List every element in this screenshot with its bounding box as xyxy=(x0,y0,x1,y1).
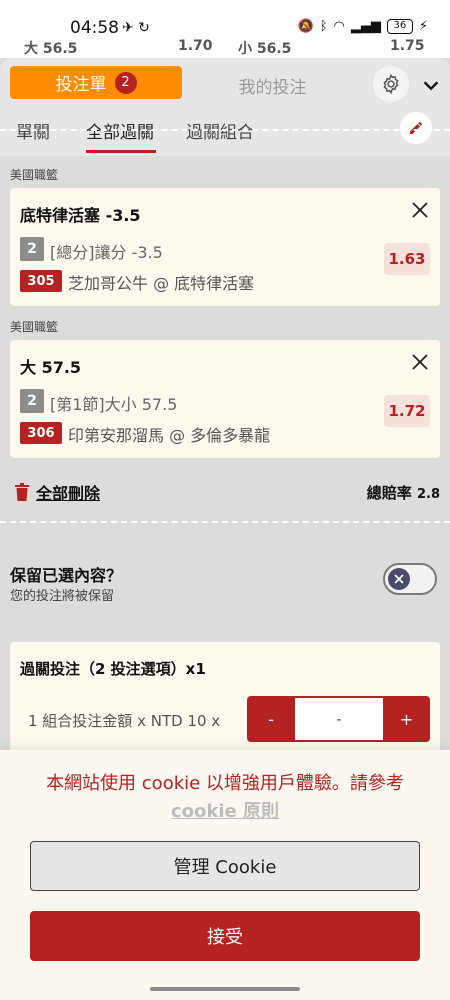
keep-selections-toggle[interactable] xyxy=(383,563,437,595)
keep-selections-subtitle: 您的投注將被保留 xyxy=(10,589,115,604)
gear-icon xyxy=(383,73,399,95)
cookie-message: 本網站使用 cookie 以增強用戶體驗。請參考 cookie 原則 xyxy=(10,770,440,826)
bet-card: 大 57.5 2 [第1節]大小 57.5 306 印第安那溜馬 @ 多倫多暴龍… xyxy=(10,340,440,458)
total-odds-value: 2.8 xyxy=(416,487,440,502)
accept-button[interactable]: 接受 xyxy=(30,911,420,961)
bet-number-badge: 2 xyxy=(20,389,44,413)
home-indicator[interactable] xyxy=(150,987,300,991)
close-icon[interactable] xyxy=(410,352,430,372)
stake-stepper: - + xyxy=(247,696,430,742)
bluetooth-icon: ᛒ xyxy=(319,19,328,34)
bet-number-badge: 2 xyxy=(20,237,44,261)
settings-button[interactable] xyxy=(373,66,409,102)
wifi-icon: ◠ xyxy=(333,19,345,34)
pencil-icon xyxy=(410,122,422,134)
peek-over-label: 大 56.5 xyxy=(24,41,78,57)
peek-over-odds: 1.70 xyxy=(178,38,213,54)
keep-selections-title: 保留已選內容？ xyxy=(10,566,123,585)
peek-under-label: 小 56.5 xyxy=(238,41,292,57)
bet-market: [總分]讓分 -3.5 xyxy=(50,243,163,262)
trash-icon xyxy=(15,483,29,501)
parlay-title: 過關投注（2 投注選項）x1 xyxy=(20,660,206,678)
bet-selection-title: 大 57.5 xyxy=(20,358,82,377)
bet-selection-title: 底特律活塞 -3.5 xyxy=(20,206,141,225)
close-icon[interactable] xyxy=(410,200,430,220)
status-icons: 🔕 ᛒ ◠ ▂▄▆ 36 ⚡ xyxy=(298,19,428,34)
match-name: 印第安那溜馬 @ 多倫多暴龍 xyxy=(68,426,271,445)
tab-betslip-label: 投注單 xyxy=(55,75,107,95)
parlay-card: 過關投注（2 投注選項）x1 1 組合投注金額 x NTD 10 x - + xyxy=(10,642,440,762)
delete-all-button[interactable]: 全部刪除 xyxy=(14,480,100,504)
match-number-badge: 306 xyxy=(20,422,62,444)
signal-icon: ▂▄▆ xyxy=(350,19,381,34)
notification-icons: ✈ ↻ xyxy=(122,20,150,36)
betslip-count-badge: 2 xyxy=(114,71,137,94)
divider xyxy=(0,521,450,523)
mute-icon: 🔕 xyxy=(297,19,314,34)
bet-market: [第1節]大小 57.5 xyxy=(50,395,178,414)
toggle-knob xyxy=(388,568,410,590)
status-time: 04:58 xyxy=(70,18,119,38)
bet-type-tabs: 單關 全部過關 過關組合 xyxy=(0,108,450,156)
delete-all-label: 全部刪除 xyxy=(36,484,101,503)
betslip-header: 投注單 2 我的投注 xyxy=(0,58,450,108)
odds-value: 1.63 xyxy=(384,243,430,275)
increase-button[interactable]: + xyxy=(383,696,430,742)
match-number-badge: 305 xyxy=(20,270,62,292)
tab-my-bets[interactable]: 我的投注 xyxy=(200,73,345,98)
odds-value: 1.72 xyxy=(384,395,430,427)
cookie-policy-link[interactable]: cookie 原則 xyxy=(171,801,279,822)
league-label: 美國職籃 xyxy=(10,320,59,334)
bet-card: 底特律活塞 -3.5 2 [總分]讓分 -3.5 305 芝加哥公牛 @ 底特律… xyxy=(10,188,440,306)
manage-cookie-button[interactable]: 管理 Cookie xyxy=(30,841,420,891)
chevron-down-icon[interactable] xyxy=(420,74,442,96)
total-odds: 總賠率 2.8 xyxy=(367,482,440,503)
active-tab-indicator xyxy=(86,150,156,153)
cookie-banner: 本網站使用 cookie 以增強用戶體驗。請參考 cookie 原則 管理 Co… xyxy=(0,750,450,1000)
cookie-text: 本網站使用 cookie 以增強用戶體驗。請參考 xyxy=(46,773,404,794)
league-label: 美國職籃 xyxy=(10,168,59,182)
match-name: 芝加哥公牛 @ 底特律活塞 xyxy=(68,274,255,293)
x-icon xyxy=(394,574,404,584)
charging-icon: ⚡ xyxy=(418,19,428,34)
edit-button[interactable] xyxy=(400,112,432,144)
stake-label: 1 組合投注金額 x NTD 10 x xyxy=(28,712,221,730)
divider xyxy=(0,129,450,131)
peek-under-odds: 1.75 xyxy=(390,38,425,54)
stake-input[interactable] xyxy=(295,698,383,740)
decrease-button[interactable]: - xyxy=(247,696,295,742)
total-odds-label: 總賠率 xyxy=(366,484,412,502)
battery-icon: 36 xyxy=(386,19,413,34)
tab-betslip[interactable]: 投注單 2 xyxy=(10,66,182,99)
background-row-peek: 大 56.5 1.70 小 56.5 1.75 xyxy=(0,36,450,58)
